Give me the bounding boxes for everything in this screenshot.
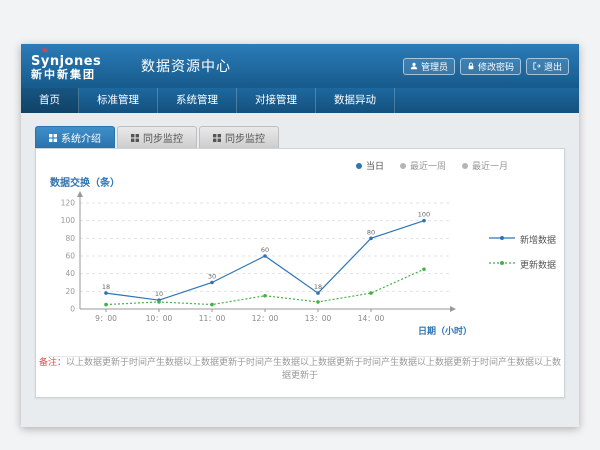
today-dot-icon (356, 163, 362, 169)
svg-text:100: 100 (418, 211, 430, 219)
svg-text:18: 18 (314, 283, 322, 291)
svg-text:80: 80 (367, 228, 375, 236)
svg-text:80: 80 (65, 234, 75, 243)
page-title: 数据资源中心 (141, 56, 231, 76)
range-last-week-label: 最近一周 (410, 159, 446, 172)
series-legend: 新增数据 更新数据 (489, 233, 556, 341)
range-last-month[interactable]: 最近一月 (462, 159, 508, 172)
svg-text:20: 20 (65, 287, 75, 296)
svg-text:12：00: 12：00 (252, 314, 279, 323)
logout-icon (533, 62, 541, 70)
svg-text:11：00: 11：00 (199, 314, 226, 323)
logout-button[interactable]: 退出 (526, 58, 569, 75)
user-icon (410, 62, 418, 70)
legend-updated-data[interactable]: 更新数据 (489, 258, 556, 271)
svg-text:13：00: 13：00 (305, 314, 332, 323)
y-axis-title: 数据交换（条） (50, 174, 120, 189)
grid-icon (131, 134, 139, 142)
footer-note-label: 备注： (39, 358, 66, 368)
grid-icon (49, 134, 57, 142)
tab-system-intro[interactable]: 系统介绍 (35, 126, 115, 148)
svg-text:30: 30 (208, 273, 216, 281)
svg-text:60: 60 (65, 252, 75, 261)
change-password-button[interactable]: 修改密码 (460, 58, 521, 75)
svg-text:60: 60 (261, 246, 269, 254)
tab-label: 系统介绍 (61, 130, 101, 145)
nav-item-docking-management[interactable]: 对接管理 (237, 88, 316, 113)
svg-text:10: 10 (155, 290, 163, 298)
tab-label: 同步监控 (225, 130, 265, 145)
svg-text:14：00: 14：00 (358, 314, 385, 323)
legend-updated-data-label: 更新数据 (520, 258, 556, 271)
tab-sync-monitor-1[interactable]: 同步监控 (117, 126, 197, 148)
chart-row: 0 20 40 60 80 100 120 9：00 10：00 11：00 12：00 13：00 1… (46, 191, 556, 341)
chart-panel: 当日 最近一周 最近一月 数据交换（条） 0 20 40 60 80 100 120 9：00… (35, 148, 565, 398)
header-actions: 管理员 修改密码 退出 (403, 58, 569, 75)
change-password-button-label: 修改密码 (478, 60, 514, 73)
last-month-dot-icon (462, 163, 468, 169)
new-data-line-sample-icon (489, 234, 515, 245)
logo-star-icon: * (42, 46, 48, 59)
svg-text:18: 18 (102, 283, 110, 291)
lock-icon (467, 62, 475, 70)
main-nav: 首页 标准管理 系统管理 对接管理 数据异动 (21, 88, 579, 113)
svg-text:10：00: 10：00 (146, 314, 173, 323)
admin-button[interactable]: 管理员 (403, 58, 455, 75)
legend-new-data[interactable]: 新增数据 (489, 233, 556, 246)
logout-button-label: 退出 (544, 60, 562, 73)
app-window: * Synjones 新中新集团 数据资源中心 管理员 修改密码 (21, 44, 579, 427)
admin-button-label: 管理员 (421, 60, 448, 73)
svg-text:9：00: 9：00 (95, 314, 117, 323)
tab-sync-monitor-2[interactable]: 同步监控 (199, 126, 279, 148)
svg-text:100: 100 (61, 216, 76, 225)
last-week-dot-icon (400, 163, 406, 169)
data-exchange-line-chart: 0 20 40 60 80 100 120 9：00 10：00 11：00 12：00 13：00 1… (46, 191, 476, 341)
updated-data-line-sample-icon (489, 259, 515, 270)
svg-text:120: 120 (61, 199, 76, 208)
tab-label: 同步监控 (143, 130, 183, 145)
grid-icon (213, 134, 221, 142)
content-area: 系统介绍 同步监控 同步监控 当日 (21, 113, 579, 427)
range-legend: 当日 最近一周 最近一月 (356, 159, 508, 172)
nav-item-data-change[interactable]: 数据异动 (316, 88, 395, 113)
footer-note: 备注：以上数据更新于时间产生数据以上数据更新于时间产生数据以上数据更新于时间产生… (36, 355, 564, 381)
legend-new-data-label: 新增数据 (520, 233, 556, 246)
svg-text:40: 40 (65, 269, 75, 278)
svg-text:0: 0 (70, 305, 75, 314)
svg-text:日期（小时）: 日期（小时） (418, 325, 472, 337)
header: * Synjones 新中新集团 数据资源中心 管理员 修改密码 (21, 44, 579, 88)
footer-note-text: 以上数据更新于时间产生数据以上数据更新于时间产生数据以上数据更新于时间产生数据以… (66, 358, 561, 381)
range-today-label: 当日 (366, 159, 384, 172)
tab-bar: 系统介绍 同步监控 同步监控 (35, 126, 579, 148)
range-last-month-label: 最近一月 (472, 159, 508, 172)
nav-item-home[interactable]: 首页 (21, 88, 79, 113)
nav-item-standard-management[interactable]: 标准管理 (79, 88, 158, 113)
range-today[interactable]: 当日 (356, 159, 384, 172)
nav-item-system-management[interactable]: 系统管理 (158, 88, 237, 113)
logo: * Synjones 新中新集团 (31, 52, 127, 80)
range-last-week[interactable]: 最近一周 (400, 159, 446, 172)
brand-subtitle: 新中新集团 (31, 69, 127, 81)
